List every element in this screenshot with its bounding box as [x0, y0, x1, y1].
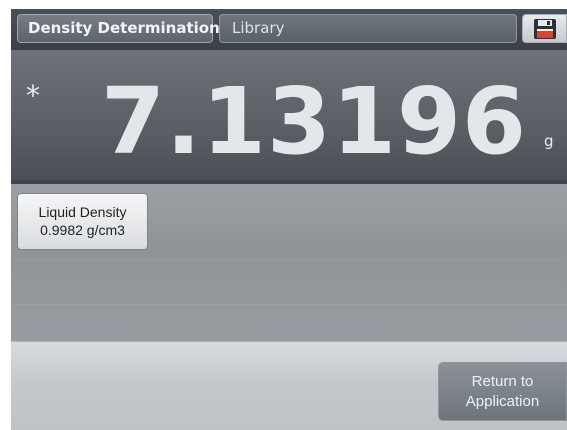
return-to-application-button[interactable]: Return to Application	[438, 362, 567, 421]
reference-area: Liquid Density 0.9982 g/cm3	[11, 184, 567, 341]
liquid-density-title: Liquid Density	[38, 204, 127, 220]
balance-screen: Density Determination Library * 7.13196 …	[11, 9, 567, 430]
liquid-density-value: 0.9982 g/cm3	[40, 222, 125, 238]
ref-area-band	[11, 304, 567, 305]
liquid-density-field[interactable]: Liquid Density 0.9982 g/cm3	[17, 193, 148, 250]
save-button[interactable]	[522, 14, 567, 43]
floppy-disk-icon	[534, 19, 556, 39]
return-button-label-line2: Application	[465, 393, 540, 410]
weight-unit: g	[544, 132, 554, 150]
weight-display: * 7.13196 g	[11, 50, 567, 180]
weight-readout: 7.13196	[100, 68, 527, 175]
ref-area-band	[11, 259, 567, 260]
stability-indicator: *	[26, 79, 40, 112]
footer-bar: Return to Application	[11, 341, 567, 430]
return-button-label-line1: Return to	[471, 373, 534, 390]
header-bar: Density Determination Library	[11, 9, 567, 50]
tab-library[interactable]: Library	[219, 14, 517, 43]
tab-density-determination[interactable]: Density Determination	[17, 14, 220, 43]
